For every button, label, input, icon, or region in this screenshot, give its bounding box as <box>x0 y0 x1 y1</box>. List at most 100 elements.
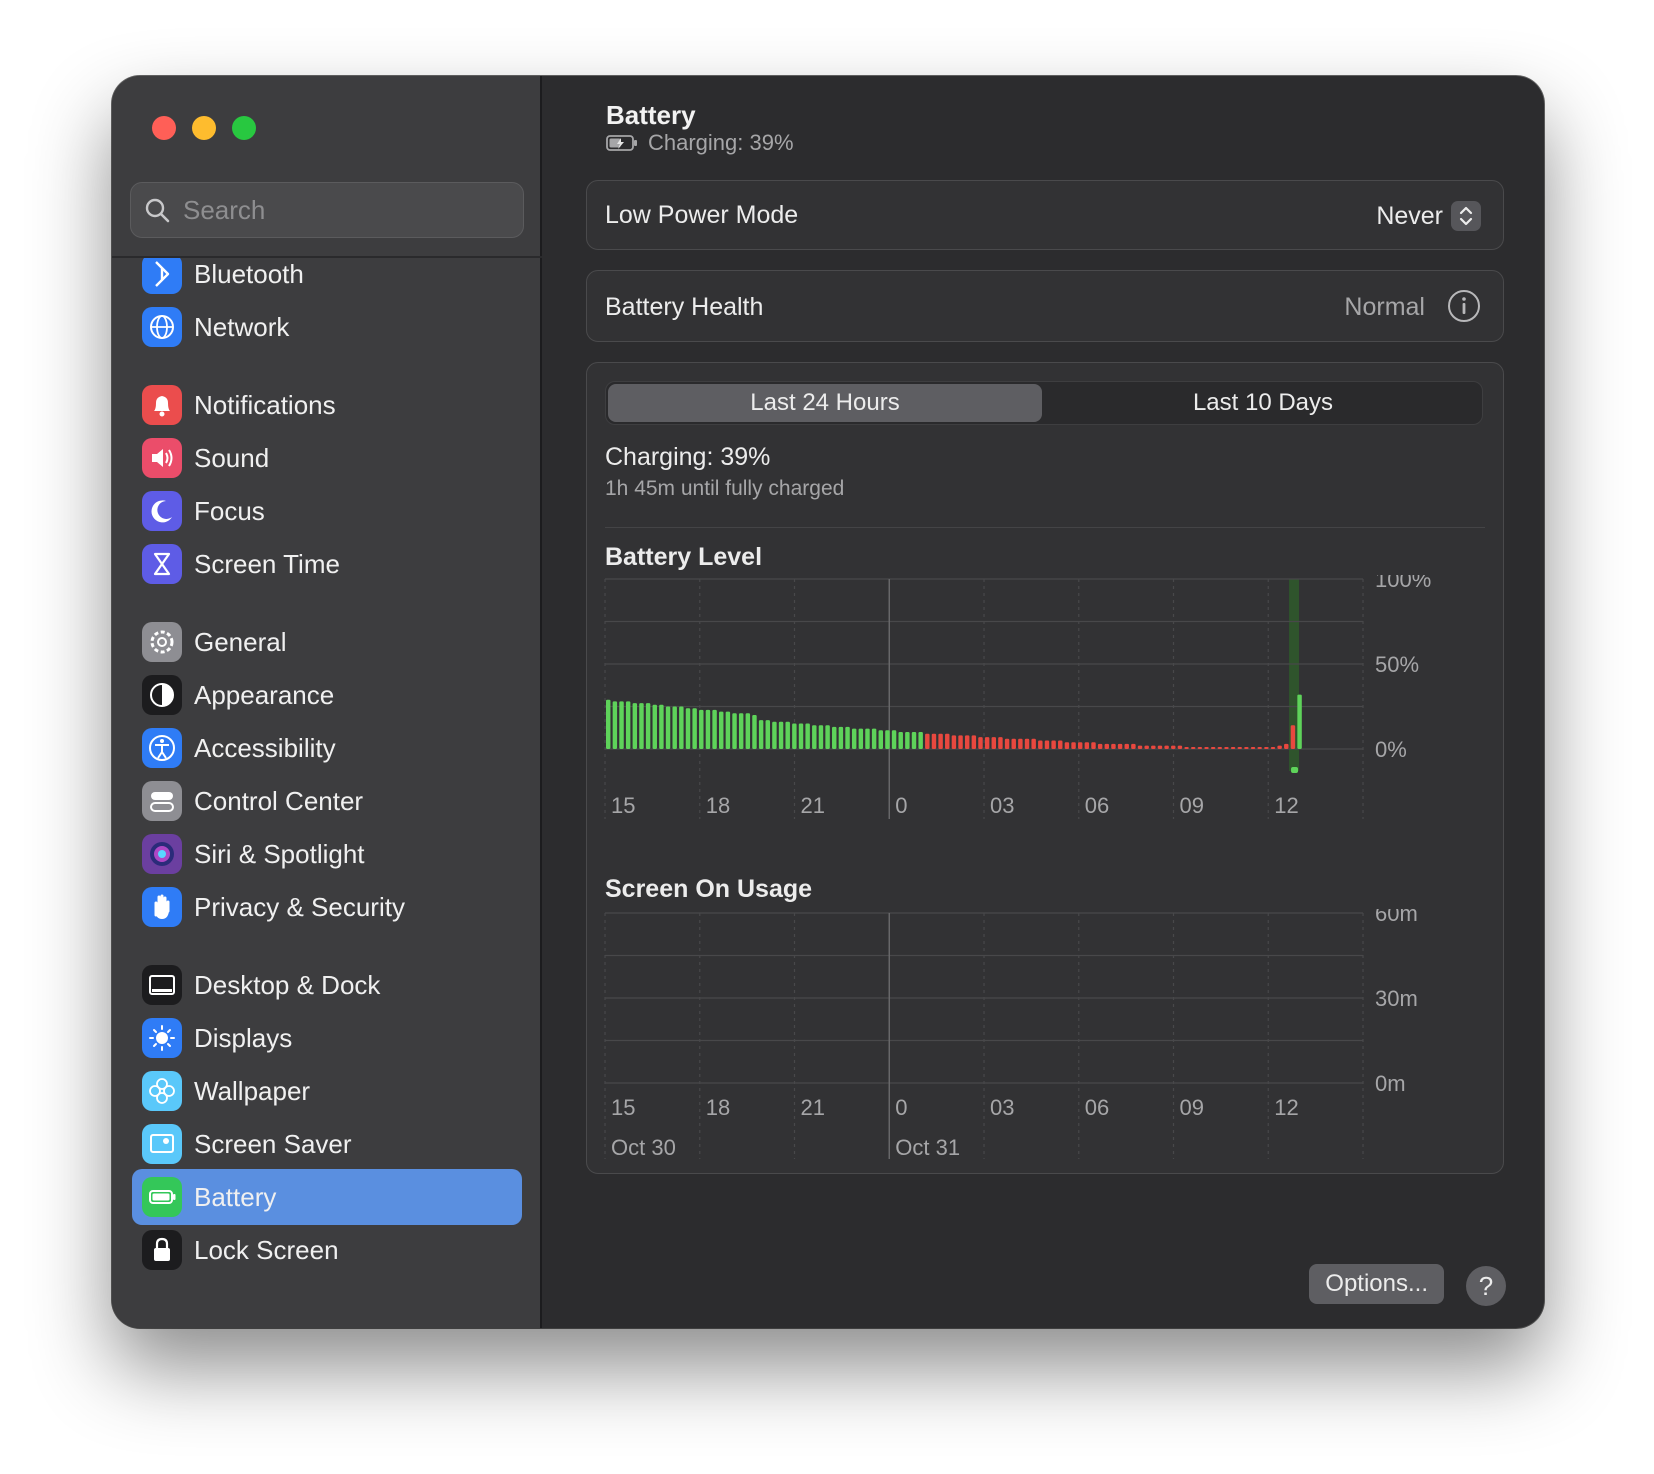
battery-level-bar <box>1151 745 1156 749</box>
x-tick-label: 12 <box>1274 793 1298 818</box>
sidebar-item-battery[interactable]: Battery <box>132 1169 522 1225</box>
settings-window: Bluetooth Network Notifications Sound Focus S… <box>112 76 1544 1328</box>
screen-usage-title: Screen On Usage <box>605 875 813 903</box>
battery-level-bar <box>652 704 657 749</box>
battery-level-bar <box>1264 747 1269 749</box>
sidebar-item-label: Network <box>194 311 290 342</box>
minimize-button[interactable] <box>192 116 216 140</box>
close-button[interactable] <box>152 116 176 140</box>
lock-icon <box>142 1230 182 1270</box>
battery-level-bar <box>1257 747 1262 749</box>
time-range-control: Last 24 Hours Last 10 Days <box>605 381 1483 425</box>
battery-level-bar <box>1210 747 1216 749</box>
y-tick-label: 100% <box>1375 575 1431 592</box>
sidebar-item-siri-spotlight[interactable]: Siri & Spotlight <box>132 826 522 882</box>
sidebar-item-general[interactable]: General <box>132 614 522 670</box>
battery-level-bar <box>1237 747 1242 749</box>
gear-icon <box>142 622 182 662</box>
battery-level-bar <box>1111 743 1116 749</box>
date-label: Oct 31 <box>895 1135 960 1159</box>
chevron-updown-icon[interactable] <box>1451 201 1481 231</box>
battery-level-bar <box>612 701 618 749</box>
sun-icon <box>142 1018 182 1058</box>
battery-level-bar <box>1250 747 1256 749</box>
sidebar-item-bluetooth[interactable]: Bluetooth <box>132 258 522 302</box>
battery-level-bar <box>1224 747 1229 749</box>
options-button[interactable]: Options... <box>1309 1264 1444 1304</box>
siri-icon <box>142 834 182 874</box>
x-tick-label: 15 <box>611 1095 635 1120</box>
battery-level-bar <box>898 732 903 749</box>
battery-level-bar <box>1104 743 1110 749</box>
battery-level-bar <box>1038 740 1043 749</box>
date-label: Oct 30 <box>611 1135 676 1159</box>
battery-level-bar <box>725 711 731 749</box>
battery-level-bar <box>619 701 624 749</box>
maximize-button[interactable] <box>232 116 256 140</box>
bluetooth-icon <box>142 258 182 294</box>
y-tick-label: 0m <box>1375 1071 1406 1096</box>
sidebar-item-label: Siri & Spotlight <box>194 838 365 869</box>
help-button[interactable]: ? <box>1466 1266 1506 1306</box>
page-title: Battery <box>606 100 696 130</box>
sidebar-item-network[interactable]: Network <box>132 299 522 355</box>
sidebar-item-appearance[interactable]: Appearance <box>132 667 522 723</box>
sidebar-item-desktop-dock[interactable]: Desktop & Dock <box>132 957 522 1013</box>
x-tick-label: 15 <box>611 793 635 818</box>
charging-subtitle: Charging: 39% <box>648 130 794 155</box>
sidebar-item-label: Wallpaper <box>194 1075 311 1106</box>
sidebar-item-notifications[interactable]: Notifications <box>132 377 522 433</box>
battery-level-bar <box>692 708 697 749</box>
battery-level-bar <box>964 735 970 749</box>
battery-level-bar <box>765 720 770 749</box>
info-icon[interactable] <box>1447 289 1481 323</box>
battery-level-bar <box>905 732 910 749</box>
sidebar-item-control-center[interactable]: Control Center <box>132 773 522 829</box>
search-input[interactable] <box>183 194 503 226</box>
low-power-select[interactable]: Never <box>1376 201 1481 231</box>
low-power-value: Never <box>1376 201 1443 230</box>
battery-level-bar <box>931 733 937 749</box>
battery-level-bar <box>1217 747 1223 749</box>
tab-last-24-hours[interactable]: Last 24 Hours <box>608 384 1042 422</box>
battery-level-bar <box>1184 747 1189 749</box>
sidebar-item-accessibility[interactable]: Accessibility <box>132 720 522 776</box>
x-tick-label: 18 <box>706 1095 730 1120</box>
battery-level-bar <box>645 703 651 749</box>
speaker-icon <box>142 438 182 478</box>
battery-level-bar <box>938 733 943 749</box>
battery-level-title: Battery Level <box>605 543 763 571</box>
sidebar-item-privacy-security[interactable]: Privacy & Security <box>132 879 522 935</box>
battery-level-bar <box>1284 743 1289 749</box>
sidebar-item-screen-time[interactable]: Screen Time <box>132 536 522 592</box>
sidebar-item-label: Displays <box>194 1022 293 1053</box>
tab-last-10-days[interactable]: Last 10 Days <box>1046 384 1480 422</box>
sidebar-item-displays[interactable]: Displays <box>132 1010 522 1066</box>
battery-level-bar <box>679 706 684 749</box>
sidebar-item-wallpaper[interactable]: Wallpaper <box>132 1063 522 1119</box>
charge-status-title: Charging: 39% <box>605 443 771 471</box>
battery-level-bar <box>971 735 977 749</box>
sidebar-item-label: Focus <box>194 495 265 526</box>
battery-level-bar <box>998 737 1003 749</box>
sidebar-item-screen-saver[interactable]: Screen Saver <box>132 1116 522 1172</box>
divider <box>605 527 1485 528</box>
battery-level-bar <box>1124 743 1129 749</box>
battery-level-bar <box>958 735 963 749</box>
x-tick-label: 21 <box>801 793 825 818</box>
battery-level-bar <box>851 728 857 749</box>
sidebar-item-lock-screen[interactable]: Lock Screen <box>132 1222 522 1278</box>
search-field[interactable] <box>130 182 524 238</box>
battery-level-bar <box>1230 747 1236 749</box>
battery-level-bar <box>1270 747 1276 749</box>
sidebar-item-focus[interactable]: Focus <box>132 483 522 539</box>
y-tick-label: 50% <box>1375 652 1419 677</box>
sidebar-item-sound[interactable]: Sound <box>132 430 522 486</box>
battery-level-bar <box>918 732 923 749</box>
battery-level-bar <box>785 721 790 749</box>
battery-level-bar <box>951 735 957 749</box>
sidebar-item-label: General <box>194 626 287 657</box>
battery-level-bar <box>632 703 638 749</box>
battery-level-bar <box>758 720 764 749</box>
battery-level-bar <box>712 709 717 749</box>
